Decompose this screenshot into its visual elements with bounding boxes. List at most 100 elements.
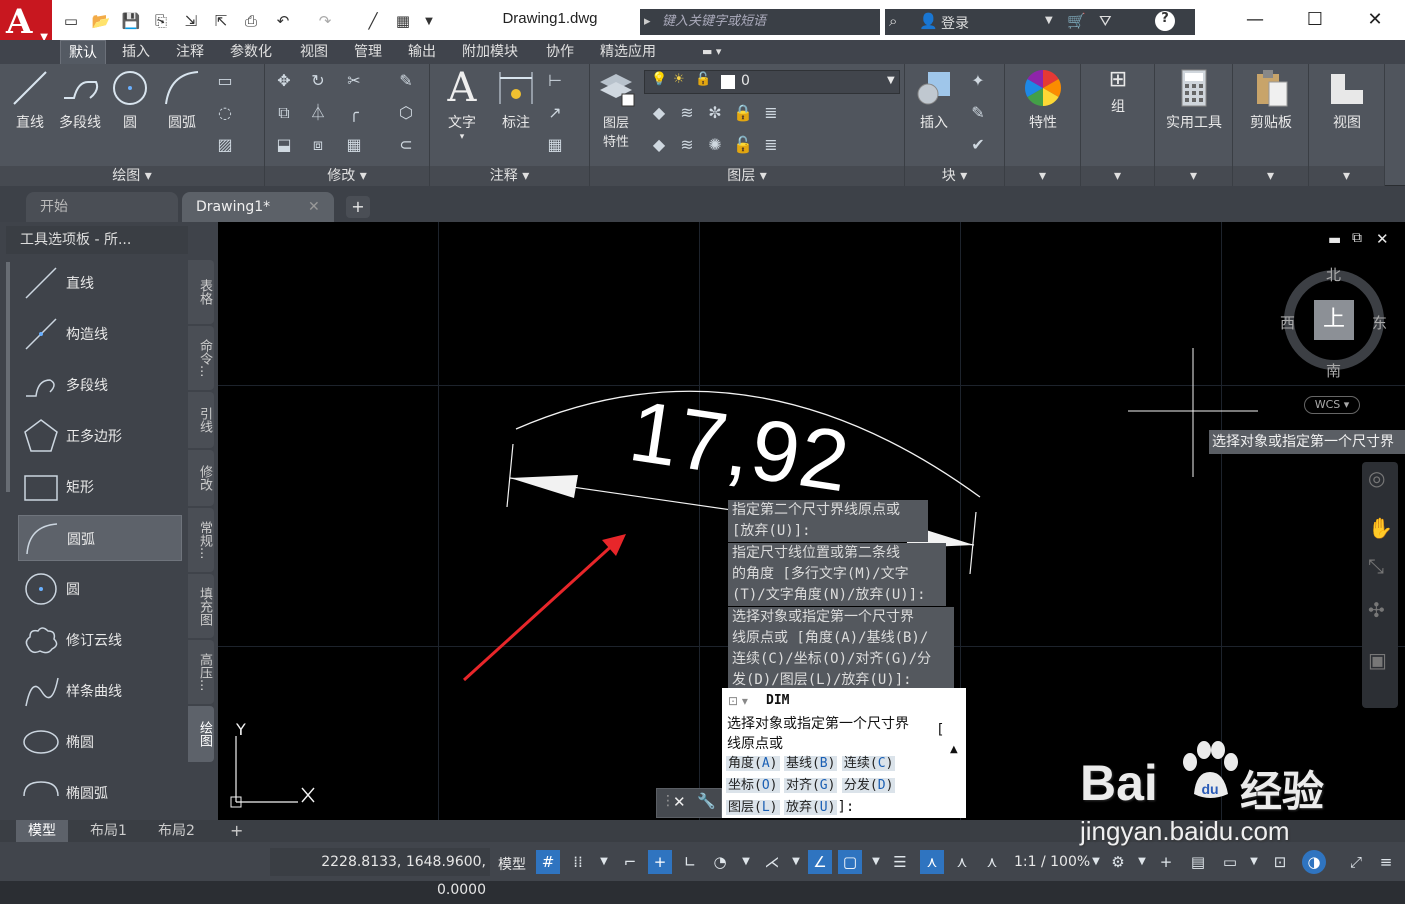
insert-block-button[interactable]: 插入 [909,68,959,132]
steering-wheel-icon[interactable]: ◎ [1368,466,1385,490]
move-icon[interactable]: ✥ [273,70,295,92]
qp-menu-icon[interactable]: ▼ [1242,850,1266,874]
workspace-gear-icon[interactable]: ⚙ [1106,850,1130,874]
units-icon[interactable]: ▤ [1186,850,1210,874]
scale-icon[interactable]: ⧈ [307,134,329,156]
app-menu-button[interactable]: A ▼ [0,0,52,44]
block-panel-title[interactable]: 块 ▾ [905,166,1004,186]
compass-east[interactable]: 东 [1372,312,1387,333]
create-block-icon[interactable]: ✦ [967,70,989,92]
utilities-expand[interactable]: ▾ [1155,166,1232,186]
table-icon[interactable]: ▦ [544,134,566,156]
close-button[interactable]: ✕ [1355,6,1395,34]
ellipse-icon[interactable]: ◌ [214,102,236,124]
object-snap-icon[interactable]: ▢ [838,850,862,874]
utilities-button[interactable]: 实用工具 [1159,68,1229,132]
isodraft-icon[interactable]: ⋌ [760,850,784,874]
snap-menu-icon[interactable]: ▼ [592,850,616,874]
search-input[interactable]: 键入关键字或短语 [640,9,880,35]
osnap-menu-icon[interactable]: ▼ [864,850,888,874]
layer-on-icon[interactable]: ◆ [648,134,670,156]
trim-icon[interactable]: ✂ [343,70,365,92]
palette-tab-tables[interactable]: 表格 [188,260,214,324]
properties-expand[interactable]: ▾ [1005,166,1080,186]
hatch-icon[interactable]: ▨ [214,134,236,156]
mirror-icon[interactable]: ⏃ [307,102,329,124]
hardware-acceleration-icon[interactable]: ◑ [1302,850,1326,874]
annotation-scale-icon[interactable]: ⋏ [980,850,1004,874]
layer-off-icon[interactable]: ◆ [648,102,670,124]
open-web-icon[interactable]: ⇲ [180,10,202,32]
workspace-icon[interactable]: ▦ [392,10,414,32]
viewport-minimize-icon[interactable]: ▬ [1328,232,1341,248]
pan-icon[interactable]: ✋ [1368,516,1393,540]
wcs-dropdown[interactable]: WCS ▾ [1304,396,1360,414]
a360-icon[interactable]: ⛛ [1099,12,1112,30]
save-icon[interactable]: 💾 [120,10,142,32]
array-icon[interactable]: ▦ [343,134,365,156]
viewport-close-icon[interactable]: ✕ [1376,230,1389,248]
compass-west[interactable]: 西 [1280,312,1295,333]
chevron-down-icon[interactable]: ▼ [1045,15,1053,26]
tab-parametric[interactable]: 参数化 [222,40,280,64]
match-properties-icon[interactable]: ╱ [362,10,384,32]
palette-item-circle[interactable]: 圆 [18,566,182,612]
tab-drawing1[interactable]: Drawing1* ✕ [182,192,334,222]
infer-constraints-icon[interactable]: ⌐ [618,850,642,874]
palette-tab-general[interactable]: 常规... [188,508,214,572]
plot-icon[interactable]: ⎙ [240,10,262,32]
command-icon[interactable]: ⊡ ▾ [728,694,748,708]
redo-icon[interactable]: ↷ [314,10,336,32]
palette-item-rectangle[interactable]: 矩形 [18,464,182,510]
viewport-restore-icon[interactable]: ⧉ [1352,230,1362,246]
annotation-scale-value[interactable]: 1:1 / 100% [1014,854,1090,870]
palette-item-elliptical-arc[interactable]: 椭圆弧 [18,770,182,816]
clean-screen-icon[interactable]: ⤢ [1344,850,1368,874]
annotation-visibility-icon[interactable]: ⋏ [920,850,944,874]
option-distribute[interactable]: 分发(D) [841,778,896,793]
text-button[interactable]: A 文字 ▾ [440,68,484,142]
leader-icon[interactable]: ↗ [544,102,566,124]
option-undo[interactable]: 放弃(U) [783,800,838,815]
copy-icon[interactable]: ⧉ [273,102,295,124]
layer-lock-icon[interactable]: 🔒 [732,102,754,124]
palette-item-polyline[interactable]: 多段线 [18,362,182,408]
undo-icon[interactable]: ↶ [272,10,294,32]
compass-north[interactable]: 北 [1326,264,1341,285]
linear-dimension-icon[interactable]: ⊢ [544,70,566,92]
circle-button[interactable]: 圆 [108,68,152,132]
ortho-icon[interactable]: ∟ [678,850,702,874]
lineweight-icon[interactable]: ☰ [888,850,912,874]
tab-featured-apps[interactable]: 精选应用 [592,40,664,64]
option-baseline[interactable]: 基线(B) [783,756,838,771]
explode-icon[interactable]: ⬡ [395,102,417,124]
erase-icon[interactable]: ✎ [395,70,417,92]
palette-item-xline[interactable]: 构造线 [18,311,182,357]
tab-annotate[interactable]: 注释 [168,40,212,64]
showmotion-icon[interactable]: ▣ [1368,648,1387,672]
annotation-panel-title[interactable]: 注释 ▾ [430,166,589,186]
maximize-button[interactable]: ☐ [1295,6,1335,34]
workspace-menu-icon[interactable]: ▼ [1130,850,1154,874]
polar-tracking-icon[interactable]: ◔ [708,850,732,874]
tab-output[interactable]: 输出 [400,40,444,64]
palette-item-polygon[interactable]: 正多边形 [18,413,182,459]
close-tab-icon[interactable]: ✕ [308,192,320,222]
layer-freeze-icon[interactable]: ✼ [704,102,726,124]
layer-panel-title[interactable]: 图层 ▾ [590,166,904,186]
edit-block-icon[interactable]: ✎ [967,102,989,124]
palette-tab-hatch[interactable]: 填充图 [188,574,214,638]
tab-view[interactable]: 视图 [292,40,336,64]
customize-wrench-icon[interactable]: 🔧 [697,792,716,810]
tab-default[interactable]: 默认 [60,40,106,64]
save-web-icon[interactable]: ⇱ [210,10,232,32]
palette-item-line[interactable]: 直线 [18,260,182,306]
stretch-icon[interactable]: ⬓ [273,134,295,156]
layer-walk-icon[interactable]: ≣ [760,134,782,156]
group-button[interactable]: ⊞ 组 [1095,68,1141,116]
option-angle[interactable]: 角度(A) [726,756,780,771]
layer-dropdown[interactable]: 💡 ☀ 🔓 0 ▼ [644,70,900,94]
add-layout-button[interactable]: + [218,820,255,842]
block-attributes-icon[interactable]: ✔ [967,134,989,156]
palette-item-spline[interactable]: 样条曲线 [18,668,182,714]
